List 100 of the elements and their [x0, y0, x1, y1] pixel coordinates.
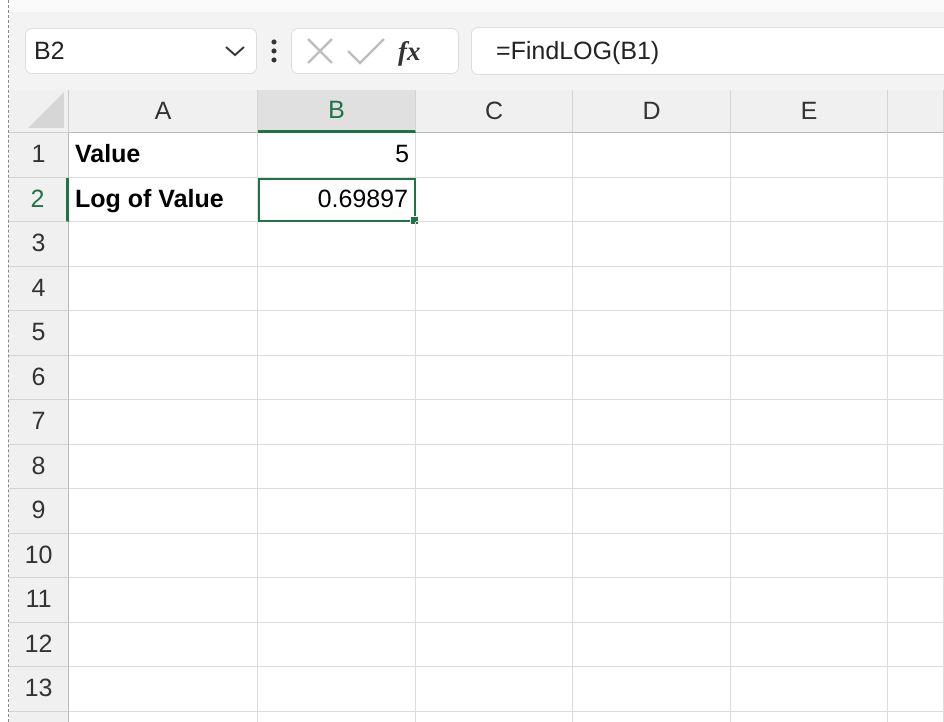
table-cell[interactable]	[731, 578, 888, 622]
table-cell[interactable]	[731, 534, 888, 578]
more-options-icon[interactable]	[271, 39, 277, 63]
insert-function-button[interactable]: fx	[398, 36, 420, 66]
name-box[interactable]: B2	[25, 28, 257, 74]
table-cell[interactable]	[731, 489, 888, 534]
row-header[interactable]: 12	[9, 622, 69, 667]
table-cell[interactable]	[573, 622, 731, 667]
table-cell[interactable]	[573, 178, 731, 222]
table-cell[interactable]	[888, 667, 944, 712]
table-cell[interactable]	[69, 222, 258, 266]
table-cell[interactable]	[731, 311, 888, 356]
row-header[interactable]: 7	[9, 400, 69, 444]
row-header[interactable]: 1	[9, 133, 69, 178]
table-cell[interactable]	[416, 400, 573, 444]
table-cell[interactable]	[888, 534, 944, 578]
table-cell[interactable]	[573, 578, 731, 622]
table-cell[interactable]	[731, 266, 888, 311]
table-cell[interactable]: Log of Value	[69, 178, 258, 222]
column-header[interactable]: A	[69, 90, 258, 133]
table-cell[interactable]	[573, 667, 731, 712]
table-cell[interactable]	[416, 266, 573, 311]
formula-bar[interactable]: =FindLOG(B1)	[471, 27, 944, 75]
table-cell[interactable]	[416, 133, 573, 178]
column-header[interactable]: B	[258, 90, 416, 133]
table-cell[interactable]	[69, 667, 258, 712]
table-cell[interactable]	[888, 578, 944, 622]
table-cell[interactable]	[888, 311, 944, 356]
fill-handle[interactable]	[410, 216, 419, 225]
table-cell[interactable]	[258, 444, 416, 489]
table-cell[interactable]	[416, 489, 573, 534]
table-cell[interactable]	[731, 622, 888, 667]
column-header[interactable]: C	[416, 90, 573, 133]
table-cell[interactable]	[573, 489, 731, 534]
row-header[interactable]: 2	[9, 178, 69, 222]
table-cell[interactable]	[258, 667, 416, 712]
table-cell[interactable]	[731, 444, 888, 489]
row-header[interactable]: 5	[9, 311, 69, 356]
table-cell[interactable]	[573, 133, 731, 178]
table-cell[interactable]	[416, 444, 573, 489]
table-cell[interactable]	[258, 356, 416, 400]
table-cell[interactable]	[731, 222, 888, 266]
table-cell[interactable]: 5	[258, 133, 416, 178]
table-cell[interactable]	[888, 356, 944, 400]
table-cell[interactable]	[573, 311, 731, 356]
table-cell[interactable]	[888, 400, 944, 444]
table-cell[interactable]	[416, 222, 573, 266]
row-header[interactable]: 13	[9, 667, 69, 712]
table-cell[interactable]	[888, 489, 944, 534]
row-header[interactable]: 10	[9, 534, 69, 578]
table-cell[interactable]	[258, 534, 416, 578]
table-cell[interactable]	[888, 178, 944, 222]
row-header[interactable]: 6	[9, 356, 69, 400]
table-cell[interactable]	[416, 622, 573, 667]
table-cell[interactable]	[258, 489, 416, 534]
table-cell[interactable]	[573, 266, 731, 311]
table-cell[interactable]	[573, 222, 731, 266]
table-cell[interactable]	[258, 266, 416, 311]
table-cell[interactable]	[69, 311, 258, 356]
table-cell[interactable]	[416, 578, 573, 622]
table-cell[interactable]	[416, 356, 573, 400]
table-cell[interactable]	[573, 400, 731, 444]
table-cell[interactable]	[416, 667, 573, 712]
table-cell[interactable]	[731, 667, 888, 712]
table-cell[interactable]	[731, 400, 888, 444]
column-header[interactable]	[888, 90, 944, 133]
table-cell[interactable]	[888, 622, 944, 667]
cancel-icon[interactable]	[306, 37, 334, 65]
table-cell[interactable]	[69, 444, 258, 489]
table-cell[interactable]	[69, 266, 258, 311]
table-cell[interactable]	[731, 178, 888, 222]
table-cell[interactable]	[731, 133, 888, 178]
row-header[interactable]: 9	[9, 489, 69, 534]
table-cell[interactable]	[888, 133, 944, 178]
table-cell[interactable]: Value	[69, 133, 258, 178]
column-header[interactable]: D	[573, 90, 731, 133]
table-cell[interactable]	[416, 534, 573, 578]
table-cell[interactable]	[731, 356, 888, 400]
row-header[interactable]: 8	[9, 444, 69, 489]
table-cell[interactable]	[416, 178, 573, 222]
table-cell[interactable]	[573, 444, 731, 489]
table-cell[interactable]	[69, 400, 258, 444]
table-cell[interactable]	[69, 356, 258, 400]
table-cell[interactable]	[888, 222, 944, 266]
table-cell[interactable]	[258, 622, 416, 667]
table-cell[interactable]	[69, 622, 258, 667]
table-cell[interactable]	[69, 578, 258, 622]
chevron-down-icon[interactable]	[224, 44, 246, 58]
column-header[interactable]: E	[731, 90, 888, 133]
table-cell[interactable]	[888, 266, 944, 311]
row-header[interactable]: 3	[9, 222, 69, 266]
table-cell[interactable]	[573, 534, 731, 578]
table-cell[interactable]	[258, 400, 416, 444]
row-header[interactable]: 11	[9, 578, 69, 622]
table-cell[interactable]	[258, 311, 416, 356]
row-header[interactable]: 4	[9, 266, 69, 311]
table-cell[interactable]	[258, 578, 416, 622]
table-cell[interactable]	[416, 311, 573, 356]
check-icon[interactable]	[346, 37, 386, 65]
table-cell[interactable]	[69, 489, 258, 534]
